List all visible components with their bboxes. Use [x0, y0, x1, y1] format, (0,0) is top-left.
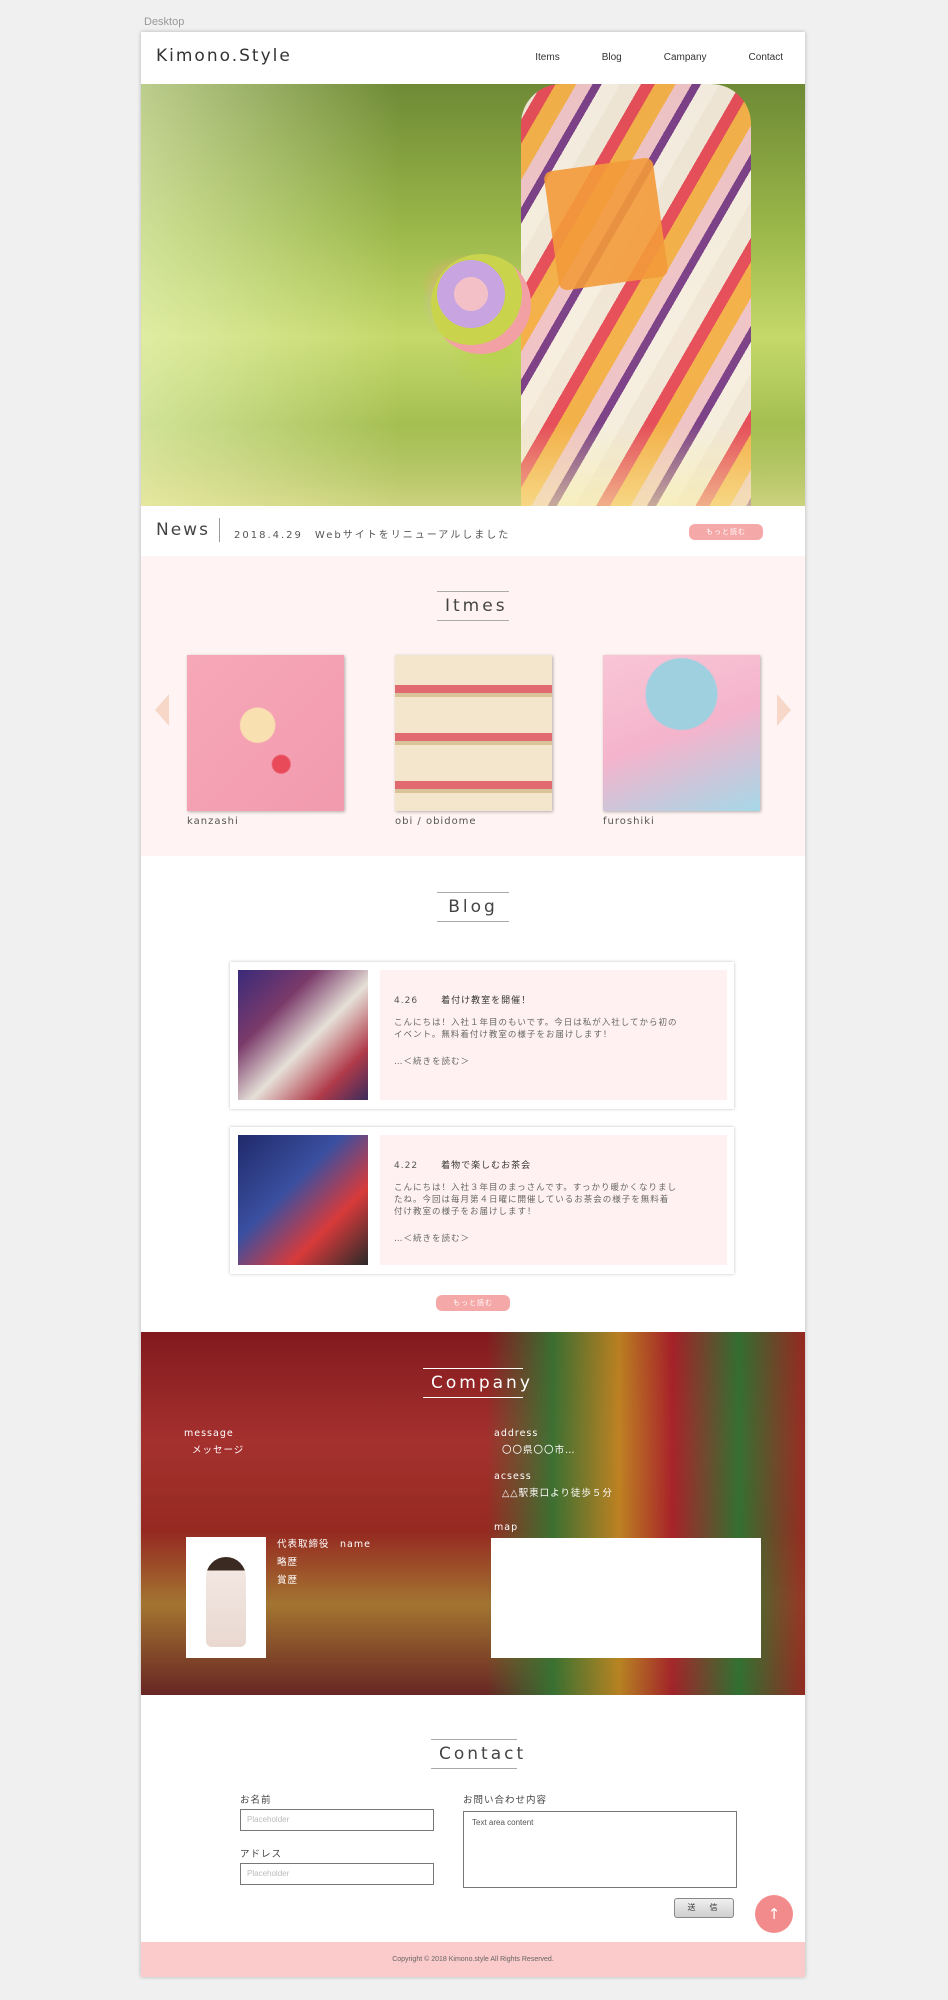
blog-excerpt-line: イベント。無料着付け教室の様子をお届けします！	[394, 1030, 613, 1040]
item-label: furoshiki	[603, 816, 655, 827]
item-label: kanzashi	[187, 816, 239, 827]
hero-image	[141, 84, 805, 506]
blog-excerpt-line: こんにちは！入社３年目のまっさんです。すっかり暖かくなりまし	[394, 1183, 678, 1193]
furoshiki-photo[interactable]	[603, 655, 760, 811]
news-text[interactable]: 2018.4.29 Webサイトをリニューアルしました	[234, 526, 510, 541]
hero-light	[141, 424, 805, 506]
item-card[interactable]: furoshiki	[603, 655, 760, 827]
blog-body: 4.22 着物で楽しむお茶会 こんにちは！入社３年目のまっさんです。すっかり暖か…	[380, 1135, 727, 1265]
hero-bouquet	[431, 254, 531, 354]
kanzashi-photo[interactable]	[187, 655, 344, 811]
address-field-label: アドレス	[240, 1849, 283, 1860]
carousel-next-icon[interactable]	[777, 694, 791, 726]
map-embed[interactable]	[491, 1538, 761, 1658]
blog-photo[interactable]	[238, 970, 368, 1100]
blog-photo[interactable]	[238, 1135, 368, 1265]
name-label: お名前	[240, 1795, 272, 1806]
blog-body: 4.26 着付け教室を開催！ こんにちは！入社１年目のもいです。今日は私が入社し…	[380, 970, 727, 1100]
blog-read-more[interactable]: …＜続きを読む＞	[394, 1232, 713, 1244]
news-more-button[interactable]: もっと読む	[689, 524, 763, 540]
nav-blog[interactable]: Blog	[602, 52, 622, 63]
map-label: map	[494, 1522, 519, 1533]
site-header: Kimono.Style Items Blog Campany Contact	[141, 32, 805, 84]
ceo-portrait	[186, 1537, 266, 1658]
obi-photo[interactable]	[395, 655, 552, 811]
canvas-label: Desktop	[144, 16, 185, 28]
nav-company[interactable]: Campany	[664, 52, 707, 63]
item-card[interactable]: kanzashi	[187, 655, 344, 827]
message-label: message	[184, 1428, 234, 1439]
blog-date: 4.22	[394, 1161, 419, 1171]
nav-items[interactable]: Items	[535, 52, 559, 63]
site-logo[interactable]: Kimono.Style	[156, 46, 292, 66]
ceo-awards: 賞歴	[277, 1575, 299, 1586]
blog-heading[interactable]: 着付け教室を開催！	[441, 996, 531, 1006]
carousel-prev-icon[interactable]	[155, 694, 169, 726]
main-nav: Items Blog Campany Contact	[493, 52, 783, 63]
name-input[interactable]: Placeholder	[240, 1809, 434, 1831]
blog-date: 4.26	[394, 996, 419, 1006]
blog-more-button[interactable]: もっと読む	[436, 1295, 510, 1311]
access-value: △△駅東口より徒歩５分	[502, 1488, 613, 1499]
nav-contact[interactable]: Contact	[749, 52, 783, 63]
contact-title: Contact	[431, 1739, 523, 1769]
blog-heading[interactable]: 着物で楽しむお茶会	[441, 1161, 531, 1171]
news-divider	[219, 518, 220, 542]
ceo-history: 略歴	[277, 1557, 299, 1568]
footer-copyright: Copyright © 2018 Kimono.style All Rights…	[141, 1942, 805, 1977]
message-textarea[interactable]: Text area content	[463, 1811, 737, 1888]
up-arrow-icon[interactable]: ↑	[755, 1895, 793, 1933]
blog-excerpt-line: こんにちは！入社１年目のもいです。今日は私が入社してから初の	[394, 1018, 678, 1028]
blog-card[interactable]: 4.22 着物で楽しむお茶会 こんにちは！入社３年目のまっさんです。すっかり暖か…	[230, 1127, 734, 1274]
blog-read-more[interactable]: …＜続きを読む＞	[394, 1055, 713, 1067]
items-section: Itmes kanzashi obi / obidome furoshiki	[141, 556, 805, 856]
news-bar: News 2018.4.29 Webサイトをリニューアルしました もっと読む	[141, 506, 805, 556]
blog-excerpt: こんにちは！入社１年目のもいです。今日は私が入社してから初の イベント。無料着付…	[394, 1017, 713, 1041]
item-label: obi / obidome	[395, 816, 477, 827]
address-value: 〇〇県〇〇市…	[502, 1445, 576, 1456]
address-input[interactable]: Placeholder	[240, 1863, 434, 1885]
company-title: Company	[423, 1368, 530, 1398]
message-value: メッセージ	[192, 1445, 245, 1456]
page: Kimono.Style Items Blog Campany Contact …	[141, 32, 805, 1977]
item-card[interactable]: obi / obidome	[395, 655, 552, 827]
company-section: Company message メッセージ address 〇〇県〇〇市… ac…	[141, 1332, 805, 1695]
blog-card[interactable]: 4.26 着付け教室を開催！ こんにちは！入社１年目のもいです。今日は私が入社し…	[230, 962, 734, 1109]
message-field-label: お問い合わせ内容	[463, 1795, 548, 1806]
items-title: Itmes	[437, 591, 509, 621]
submit-button[interactable]: 送 信	[674, 1898, 734, 1918]
ceo-name: 代表取締役 name	[277, 1539, 371, 1550]
blog-excerpt: こんにちは！入社３年目のまっさんです。すっかり暖かくなりまし たね。今回は毎月第…	[394, 1182, 713, 1218]
access-label: acsess	[494, 1471, 532, 1482]
blog-excerpt-line: 付け教室の様子をお届けします！	[394, 1207, 537, 1217]
news-title: News	[156, 520, 210, 540]
blog-excerpt-line: たね。今回は毎月第４日曜に開催しているお茶会の様子を無料着	[394, 1195, 670, 1205]
blog-title: Blog	[437, 892, 509, 922]
hero-kimono-sleeve	[543, 156, 669, 292]
address-label: address	[494, 1428, 539, 1439]
ceo-figure	[206, 1557, 246, 1647]
